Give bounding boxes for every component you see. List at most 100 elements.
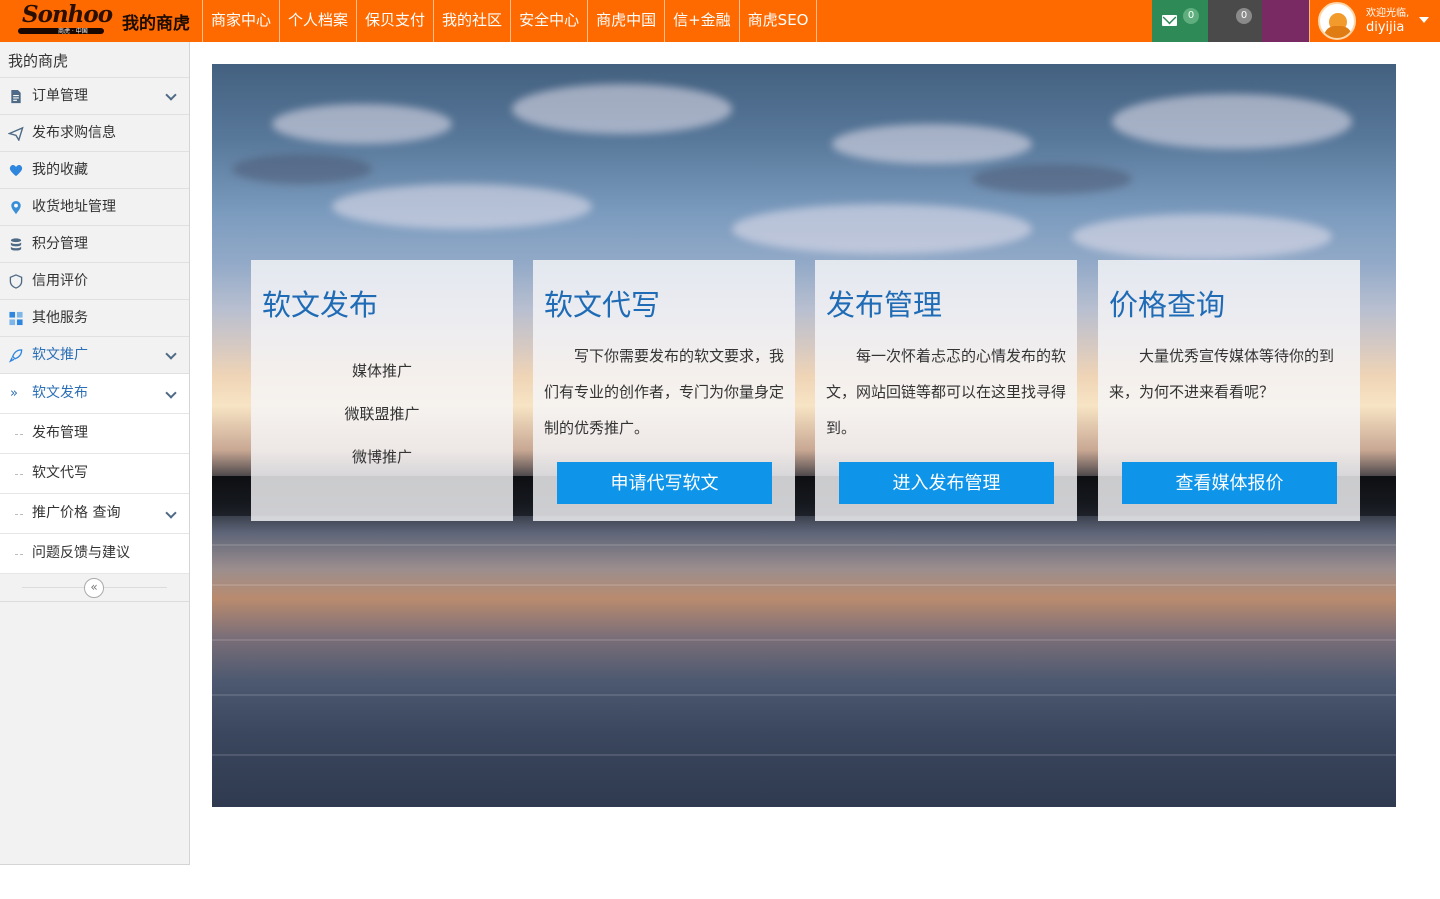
sidebar-item-other-services[interactable]: 其他服务: [0, 300, 189, 337]
sonhoo-logo: Sonhoo 商虎 · 中国: [0, 0, 113, 42]
sidebar-item-label: 其他服务: [32, 310, 88, 326]
submenu-item-price-query[interactable]: 推广价格 查询: [0, 494, 189, 534]
rocket-icon: [8, 349, 23, 363]
card-description: 大量优秀宣传媒体等待你的到来，为何不进来看看呢？: [1109, 347, 1335, 401]
submenu-label: 软文发布: [32, 385, 88, 401]
card-link-list: 媒体推广 微联盟推广 微博推广: [251, 350, 513, 479]
sidebar-item-label: 订单管理: [32, 88, 88, 104]
collapse-sidebar-icon[interactable]: «: [84, 578, 104, 598]
water-ripple: [212, 639, 1396, 641]
sidebar-item-credit[interactable]: 信用评价: [0, 263, 189, 300]
submenu-item-publish-manage[interactable]: 发布管理: [0, 414, 189, 454]
sidebar: 我的商虎 订单管理 发布求购信息 我的收藏 收货地址管理 积分管理 信用评价 其…: [0, 42, 190, 865]
water-ripple: [212, 754, 1396, 756]
database-icon: [10, 238, 22, 251]
sidebar-item-label: 发布求购信息: [32, 125, 116, 141]
sidebar-item-label: 积分管理: [32, 236, 88, 252]
avatar: [1318, 2, 1356, 40]
chevron-down-icon: [165, 507, 177, 519]
grid-icon: [9, 311, 23, 326]
sidebar-item-address[interactable]: 收货地址管理: [0, 189, 189, 226]
chevron-down-icon: [165, 89, 177, 101]
cloud: [332, 184, 592, 229]
heart-icon: [9, 165, 23, 177]
logo-word: Sonhoo: [22, 1, 113, 28]
water-ripple: [212, 544, 1396, 546]
user-info: 欢迎光临, diyijia: [1366, 7, 1409, 35]
main-nav: 商家中心 个人档案 保贝支付 我的社区 安全中心 商虎中国 信+金融 商虎SEO: [202, 0, 818, 42]
header-actions: 0 0 欢迎光临, diyijia: [1152, 0, 1440, 42]
caret-down-icon: [1419, 17, 1429, 23]
sidebar-item-orders[interactable]: 订单管理: [0, 78, 189, 115]
nav-security[interactable]: 安全中心: [510, 0, 587, 42]
cloud: [272, 104, 452, 144]
water-ripple: [212, 694, 1396, 696]
paper-plane-icon: [8, 126, 24, 141]
notification-button[interactable]: 0: [1208, 0, 1262, 42]
sidebar-item-points[interactable]: 积分管理: [0, 226, 189, 263]
card-soft-publish: 软文发布 媒体推广 微联盟推广 微博推广: [251, 260, 513, 521]
submenu-level3: 发布管理 软文代写 推广价格 查询 问题反馈与建议: [0, 414, 189, 574]
nav-finance[interactable]: 信+金融: [664, 0, 739, 42]
sidebar-title: 我的商虎: [0, 42, 189, 78]
mail-count-badge: 0: [1183, 8, 1199, 24]
card-description: 写下你需要发布的软文要求，我们有专业的创作者，专门为你量身定制的优秀推广。: [544, 347, 785, 437]
sidebar-item-label: 收货地址管理: [32, 199, 116, 215]
submenu-item-feedback[interactable]: 问题反馈与建议: [0, 534, 189, 574]
sidebar-item-favorites[interactable]: 我的收藏: [0, 152, 189, 189]
sidebar-item-label: 我的收藏: [32, 162, 88, 178]
nav-profile[interactable]: 个人档案: [279, 0, 356, 42]
submenu-label: 软文代写: [32, 465, 88, 481]
chevron-down-icon: [165, 387, 177, 399]
nav-community[interactable]: 我的社区: [433, 0, 510, 42]
card-title: 发布管理: [826, 288, 943, 322]
submenu-item-ghostwrite[interactable]: 软文代写: [0, 454, 189, 494]
view-media-price-button[interactable]: 查看媒体报价: [1122, 462, 1337, 504]
nav-sonhoo-china[interactable]: 商虎中国: [587, 0, 664, 42]
link-micro-alliance-promo[interactable]: 微联盟推广: [251, 393, 513, 436]
extra-button[interactable]: [1262, 0, 1309, 42]
cloud: [1072, 214, 1332, 259]
cloud: [232, 154, 372, 184]
sidebar-item-soft-promo[interactable]: 软文推广: [0, 337, 189, 374]
sidebar-collapse-bar: «: [0, 574, 189, 602]
document-icon: [11, 89, 21, 104]
username: diyijia: [1366, 20, 1405, 35]
chevron-down-icon: [165, 348, 177, 360]
submenu-label: 发布管理: [32, 425, 88, 441]
sidebar-item-label: 软文推广: [32, 347, 88, 363]
water-ripple: [212, 584, 1396, 586]
enter-publish-manage-button[interactable]: 进入发布管理: [839, 462, 1054, 504]
card-price-query: 价格查询 大量优秀宣传媒体等待你的到来，为何不进来看看呢？ 查看媒体报价: [1098, 260, 1360, 521]
top-bar: Sonhoo 商虎 · 中国 我的商虎 商家中心 个人档案 保贝支付 我的社区 …: [0, 0, 1440, 42]
card-title: 软文代写: [544, 288, 661, 322]
welcome-text: 欢迎光临,: [1366, 8, 1410, 19]
link-weibo-promo[interactable]: 微博推广: [251, 436, 513, 479]
user-menu[interactable]: 欢迎光临, diyijia: [1309, 0, 1440, 42]
cloud: [972, 164, 1132, 194]
submenu-label: 推广价格 查询: [32, 505, 121, 521]
nav-seo[interactable]: 商虎SEO: [738, 0, 818, 42]
cloud: [512, 84, 732, 134]
shield-icon: [9, 274, 23, 289]
submenu-label: 问题反馈与建议: [32, 545, 130, 561]
card-description: 每一次怀着忐忑的心情发布的软文，网站回链等都可以在这里找寻得到。: [826, 347, 1067, 437]
card-ghostwrite: 软文代写 写下你需要发布的软文要求，我们有专业的创作者，专门为你量身定制的优秀推…: [533, 260, 795, 521]
mail-button[interactable]: 0: [1152, 0, 1208, 42]
brand-title: 我的商虎: [122, 13, 190, 34]
card-title: 价格查询: [1109, 288, 1226, 322]
cloud: [1112, 94, 1352, 149]
submenu-soft-promo: » 软文发布 发布管理 软文代写 推广价格 查询 问题反馈与建议: [0, 374, 189, 574]
feature-cards: 软文发布 媒体推广 微联盟推广 微博推广 软文代写 写下你需要发布的软文要求，我…: [251, 260, 1360, 521]
double-chevron-right-icon: »: [10, 386, 18, 401]
apply-ghostwrite-button[interactable]: 申请代写软文: [557, 462, 772, 504]
nav-merchant-center[interactable]: 商家中心: [202, 0, 279, 42]
card-publish-manage: 发布管理 每一次怀着忐忑的心情发布的软文，网站回链等都可以在这里找寻得到。 进入…: [815, 260, 1077, 521]
sidebar-item-purchase[interactable]: 发布求购信息: [0, 115, 189, 152]
envelope-icon: [1162, 15, 1177, 26]
link-media-promo[interactable]: 媒体推广: [251, 350, 513, 393]
nav-payment[interactable]: 保贝支付: [356, 0, 433, 42]
brand[interactable]: Sonhoo 商虎 · 中国 我的商虎: [0, 0, 202, 42]
submenu-item-soft-publish[interactable]: » 软文发布: [0, 374, 189, 414]
notice-count-badge: 0: [1236, 8, 1252, 24]
